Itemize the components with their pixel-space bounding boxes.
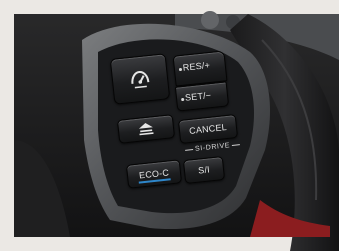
si-drive-right-bar [231,143,241,146]
si-drive-mode-button[interactable]: S/I [182,155,226,185]
cruise-control-icon [131,71,150,89]
steering-wheel-photo: RES/+ SET/− CANCEL SI-DRIVE ECO-C S/I [0,0,339,251]
bottom-border [0,237,339,251]
cruise-control-button[interactable] [109,53,171,105]
res-label: RES/+ [182,59,211,73]
si-label: S/I [197,164,211,176]
following-distance-icon [138,123,154,136]
set-indicator-dot [181,97,185,102]
si-drive-left-bar [185,148,194,151]
cancel-label: CANCEL [188,122,228,136]
top-border [0,0,339,14]
left-border [0,0,14,251]
set-label: SET/− [184,90,212,103]
dashboard-knob [201,11,219,29]
res-indicator-dot [178,67,183,72]
